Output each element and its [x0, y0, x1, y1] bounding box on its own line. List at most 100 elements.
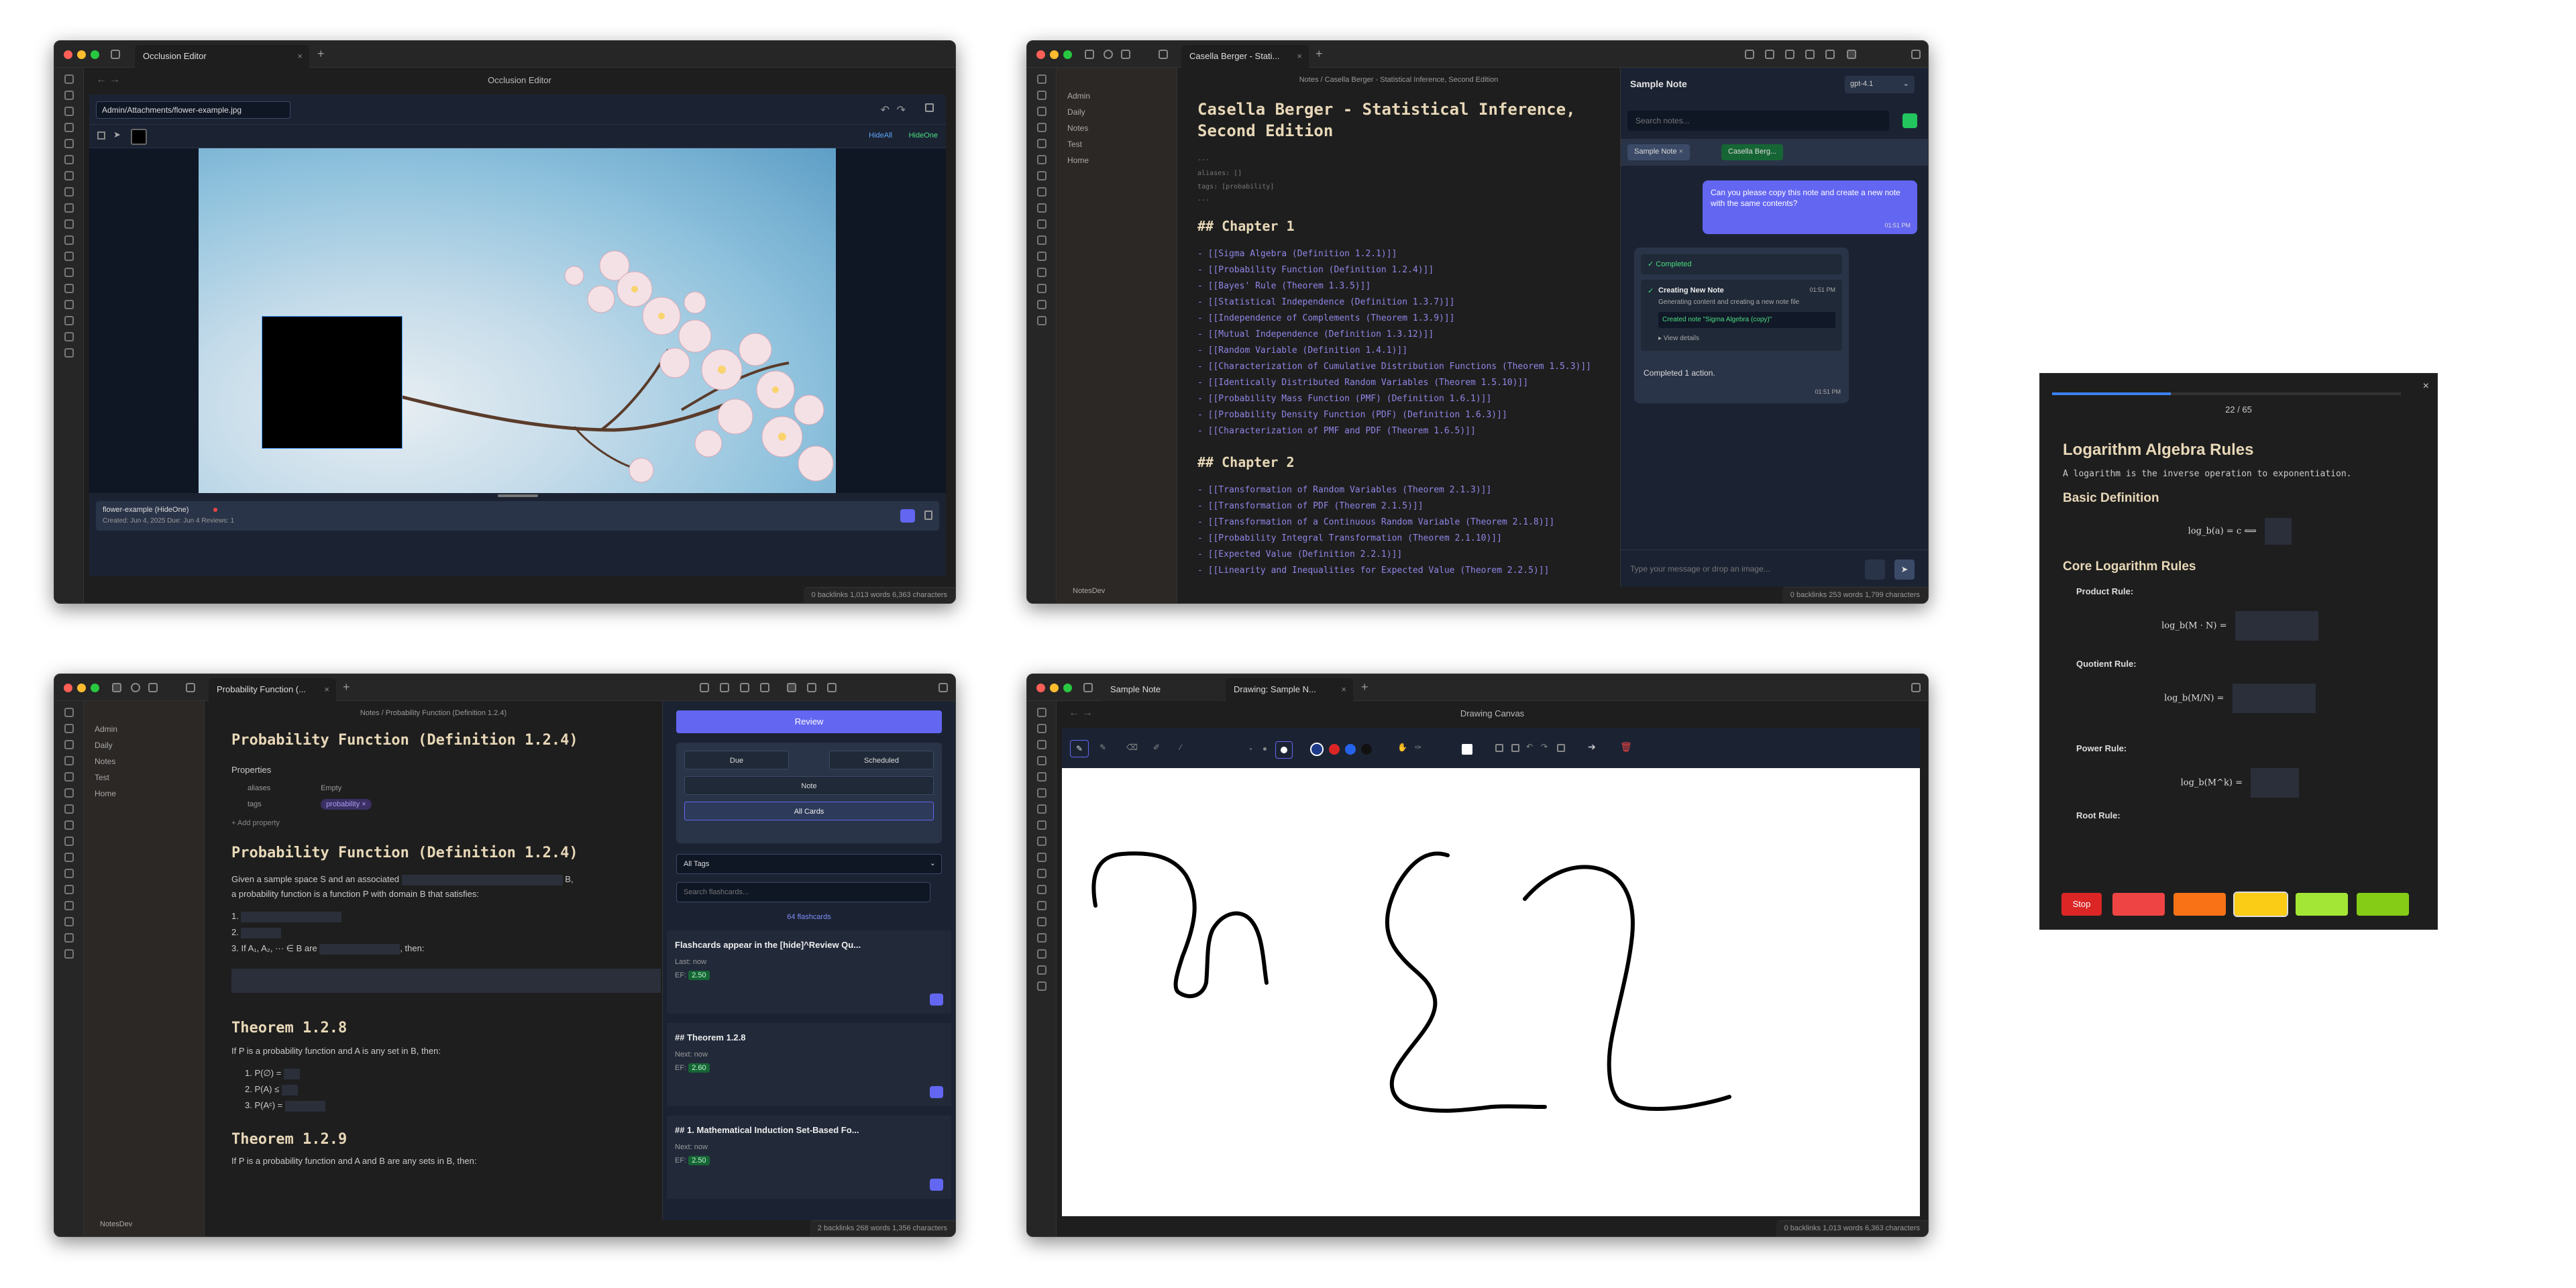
review-button[interactable]: Review [676, 710, 942, 733]
right-sidebar-icon[interactable] [1911, 683, 1921, 692]
ribbon-icon[interactable] [1036, 708, 1046, 717]
ribbon-icon[interactable] [64, 949, 74, 959]
new-tab-icon[interactable]: + [1316, 47, 1323, 61]
ribbon-icon[interactable] [1036, 300, 1046, 309]
ribbon-icon[interactable] [1036, 837, 1046, 846]
wiki-link[interactable]: - [[Probability Integral Transformation … [1197, 531, 1600, 547]
minimize-window-button[interactable] [77, 50, 86, 59]
ribbon-icon[interactable] [1036, 756, 1046, 765]
ribbon-icon[interactable] [1036, 74, 1046, 84]
pointer-tool-icon[interactable]: ➤ [113, 129, 121, 140]
ribbon-icon[interactable] [1036, 252, 1046, 261]
message-input[interactable] [1630, 559, 1845, 578]
ribbon-icon[interactable] [1036, 901, 1046, 910]
undo-icon[interactable]: ↶ [1526, 742, 1533, 751]
bookmark-icon[interactable] [148, 683, 158, 692]
filter-scheduled[interactable]: Scheduled [829, 751, 934, 769]
copy-icon[interactable] [1511, 744, 1519, 752]
cloze-blank[interactable] [281, 1084, 298, 1095]
ribbon-icon[interactable] [64, 219, 74, 229]
search-icon[interactable] [131, 683, 140, 692]
file-home[interactable]: Home [84, 786, 204, 802]
ribbon-icon[interactable] [64, 917, 74, 926]
ribbon-icon[interactable] [1036, 740, 1046, 749]
wiki-link[interactable]: - [[Transformation of PDF (Theorem 2.1.5… [1197, 498, 1600, 515]
back-icon[interactable]: ← [1069, 707, 1079, 719]
search-icon[interactable] [1104, 50, 1113, 59]
stop-button[interactable]: Stop [2061, 893, 2102, 916]
message-icon[interactable] [827, 683, 837, 692]
ribbon-icon[interactable] [1036, 804, 1046, 814]
tab-casella[interactable]: Casella Berger - Stati... × [1181, 45, 1309, 68]
ribbon-icon[interactable] [64, 820, 74, 830]
wiki-link[interactable]: - [[Characterization of PMF and PDF (The… [1197, 423, 1600, 439]
stroke-size-small[interactable] [1250, 748, 1252, 750]
maximize-window-button[interactable] [1063, 50, 1072, 59]
grade-button[interactable] [2357, 893, 2409, 916]
right-sidebar-icon[interactable] [1911, 50, 1921, 59]
graph-icon[interactable] [720, 683, 729, 692]
new-tab-icon[interactable]: + [343, 680, 350, 694]
ribbon-icon[interactable] [1036, 268, 1046, 277]
filter-due[interactable]: Due [684, 751, 789, 769]
maximize-window-button[interactable] [91, 684, 99, 692]
color-swatch[interactable] [1311, 744, 1322, 755]
sidebar-toggle-icon[interactable] [186, 683, 195, 692]
minimize-window-button[interactable] [77, 684, 86, 692]
minimize-window-button[interactable] [1050, 684, 1059, 692]
vault-name[interactable]: NotesDev [100, 1220, 132, 1228]
chat-icon[interactable] [1745, 50, 1754, 59]
new-tab-icon[interactable]: + [317, 47, 325, 61]
ribbon-icon[interactable] [64, 804, 74, 814]
ribbon-icon[interactable] [64, 724, 74, 733]
tab-probability[interactable]: Probability Function (... × [209, 678, 336, 701]
ribbon-icon[interactable] [64, 155, 74, 164]
color-swatch[interactable] [131, 129, 147, 145]
tag-select[interactable]: All Tags ⌄ [676, 854, 942, 874]
send-icon[interactable]: ➤ [1894, 559, 1915, 580]
tag-icon[interactable] [1785, 50, 1794, 59]
image-path-input[interactable] [96, 101, 290, 119]
cloze-blank[interactable] [2265, 518, 2292, 545]
ribbon-icon[interactable] [64, 756, 74, 765]
close-tab-icon[interactable]: × [324, 684, 329, 694]
folder-daily[interactable]: Daily [1057, 104, 1177, 120]
ribbon-icon[interactable] [64, 252, 74, 261]
eraser-tool-icon[interactable]: ⌫ [1126, 743, 1138, 752]
ribbon-icon[interactable] [1036, 820, 1046, 830]
undo-icon[interactable]: ↶ [881, 103, 890, 117]
ribbon-icon[interactable] [1036, 219, 1046, 229]
wiki-link[interactable]: - [[Linearity and Inequalities for Expec… [1197, 563, 1600, 579]
tag-icon[interactable] [740, 683, 749, 692]
wiki-link[interactable]: - [[Mutual Independence (Definition 1.3.… [1197, 327, 1600, 343]
ribbon-icon[interactable] [1036, 949, 1046, 959]
grade-button[interactable] [2174, 893, 2226, 916]
occlusion-mask[interactable] [262, 316, 402, 449]
cloze-blank[interactable] [241, 911, 342, 922]
cloze-blank[interactable] [319, 943, 400, 955]
wiki-link[interactable]: - [[Probability Mass Function (PMF) (Def… [1197, 391, 1600, 407]
sidebar-toggle-icon[interactable] [111, 50, 120, 59]
wiki-link[interactable]: - [[Expected Value (Definition 2.2.1)]] [1197, 547, 1600, 563]
forward-icon[interactable]: → [109, 74, 120, 86]
flashcard-item[interactable]: ## 1. Mathematical Induction Set-Based F… [667, 1116, 951, 1199]
ribbon-icon[interactable] [1036, 284, 1046, 293]
ribbon-icon[interactable] [64, 332, 74, 341]
chat-icon[interactable] [700, 683, 709, 692]
flashcard-item[interactable]: Flashcards appear in the [hide]^Review Q… [667, 930, 951, 1014]
occlusion-card-row[interactable]: flower-example (HideOne) Created: Jun 4,… [96, 501, 939, 531]
save-icon[interactable] [925, 103, 934, 112]
cloze-blank[interactable] [2232, 684, 2316, 713]
wiki-link[interactable]: - [[Transformation of a Continuous Rando… [1197, 515, 1600, 531]
ribbon-icon[interactable] [1036, 235, 1046, 245]
ribbon-icon[interactable] [64, 235, 74, 245]
highlighter-tool-icon[interactable]: ✐ [1153, 743, 1160, 752]
color-swatch[interactable] [1345, 744, 1356, 755]
color-swatch[interactable] [1361, 744, 1372, 755]
ribbon-icon[interactable] [64, 869, 74, 878]
ribbon-icon[interactable] [64, 316, 74, 325]
ribbon-icon[interactable] [64, 171, 74, 180]
line-tool-icon[interactable]: ∕ [1180, 743, 1181, 752]
sidebar-toggle-icon[interactable] [1159, 50, 1168, 59]
eye-icon[interactable] [930, 994, 943, 1006]
